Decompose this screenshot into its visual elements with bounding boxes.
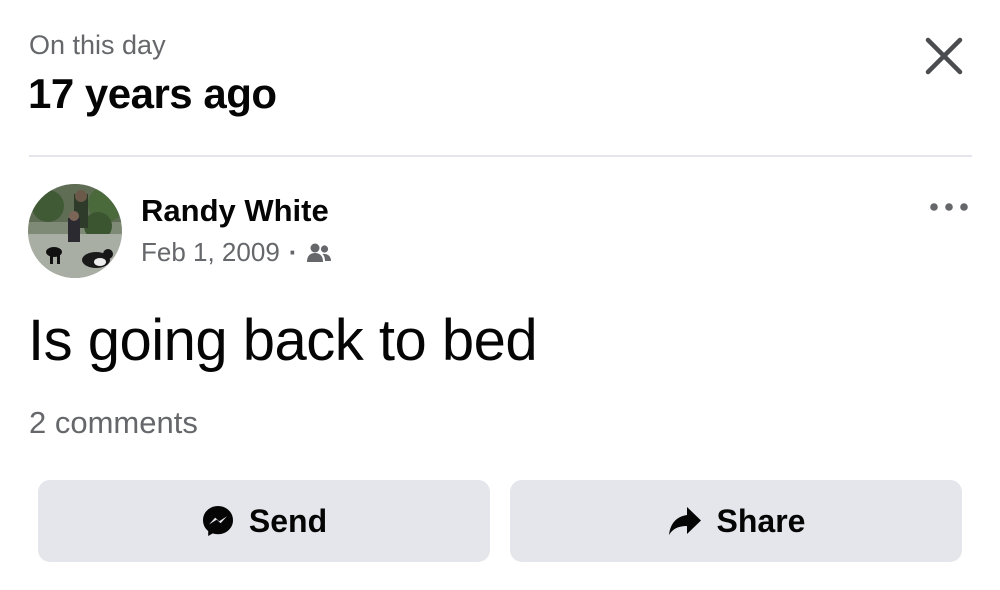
- more-options-button[interactable]: [922, 192, 976, 222]
- comments-count[interactable]: 2 comments: [29, 405, 198, 441]
- header-overline: On this day: [29, 30, 166, 60]
- avatar[interactable]: [28, 184, 122, 278]
- header-divider: [29, 155, 972, 157]
- send-label: Send: [248, 502, 328, 539]
- page-title: 17 years ago: [28, 70, 277, 117]
- share-arrow-icon: [667, 505, 703, 537]
- close-icon: [925, 37, 963, 75]
- post-date[interactable]: Feb 1, 2009: [141, 237, 280, 268]
- close-button[interactable]: [918, 30, 970, 82]
- send-button[interactable]: Send: [38, 480, 490, 562]
- friends-icon[interactable]: [306, 242, 332, 264]
- post-meta: Feb 1, 2009 ·: [141, 237, 332, 268]
- author-name[interactable]: Randy White: [141, 193, 329, 229]
- meta-separator: ·: [288, 237, 298, 267]
- avatar-photo: [28, 184, 122, 278]
- share-label: Share: [716, 502, 806, 539]
- messenger-icon: [201, 504, 235, 538]
- share-button[interactable]: Share: [510, 480, 962, 562]
- post-text: Is going back to bed: [28, 308, 538, 373]
- more-horizontal-icon: [930, 203, 968, 211]
